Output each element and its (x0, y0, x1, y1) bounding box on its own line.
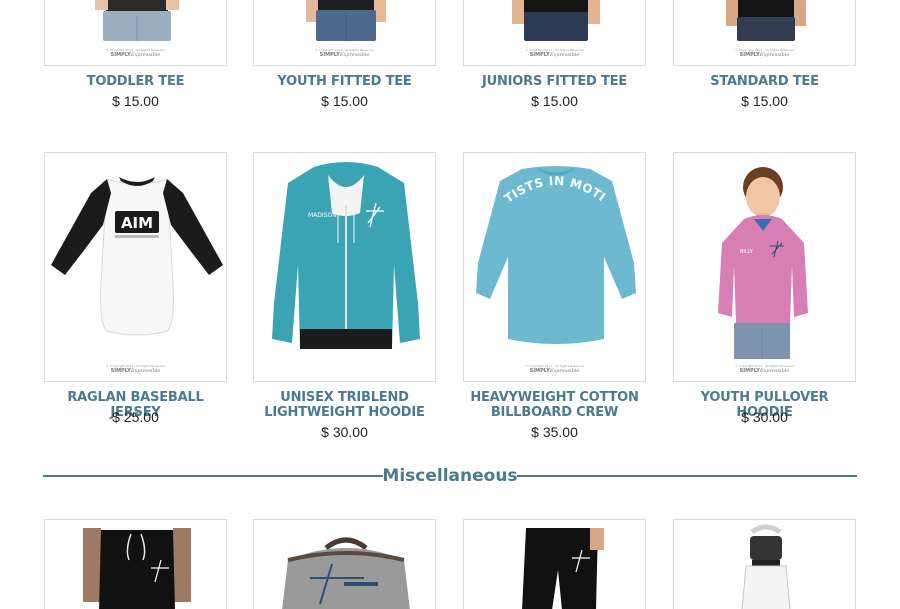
copyright-watermark: © Copyright 2017 · All Rights Reserved S… (105, 364, 166, 374)
section-title: Miscellaneous (382, 466, 518, 486)
product-price: $ 15.00 (321, 93, 368, 109)
product-image-water-bottle[interactable] (673, 519, 856, 609)
copyright-watermark: © Copyright 2017 · All Rights Reserved S… (524, 48, 585, 58)
copyright-watermark: © Copyright 2017 · All Rights Reserved S… (734, 48, 795, 58)
product-price: $ 35.00 (531, 424, 578, 440)
product-image-juniors-fitted-tee[interactable]: © Copyright 2017 · All Rights Reserved S… (463, 0, 646, 66)
copyright-watermark: © Copyright 2017 · All Rights Reserved S… (734, 364, 795, 374)
product-image-youth-hoodie[interactable]: BILLY © Copyright 2017 · All Rights Rese… (673, 152, 856, 382)
copyright-watermark: © Copyright 2017 · All Rights Reserved S… (314, 48, 375, 58)
product-row-3 (0, 0, 900, 609)
product-name[interactable]: JUNIORS FITTED TEE (463, 74, 646, 89)
product-name[interactable]: YOUTH FITTED TEE (253, 74, 436, 89)
product-image-standard-tee[interactable]: © Copyright 2017 · All Rights Reserved S… (673, 0, 856, 66)
section-heading-miscellaneous: Miscellaneous (43, 465, 857, 487)
product-name[interactable]: STANDARD TEE (673, 74, 856, 89)
product-price: $ 30.00 (321, 424, 368, 440)
product-image-backpack[interactable] (253, 519, 436, 609)
product-price: $ 15.00 (531, 93, 578, 109)
svg-text:BILLY: BILLY (740, 249, 754, 255)
product-price: $ 25.00 (112, 409, 159, 425)
product-image-leggings[interactable] (463, 519, 646, 609)
product-name[interactable]: UNISEX TRIBLEND LIGHTWEIGHT HOODIE (253, 390, 436, 420)
product-name[interactable]: TODDLER TEE (44, 74, 227, 89)
product-image-raglan-jersey[interactable]: AIM © Copyright 2017 · All Rights Reserv… (44, 152, 227, 382)
svg-text:AIM: AIM (121, 214, 153, 232)
product-image-billboard-crew[interactable]: ARTISTS IN MOTION © Copyright 2017 · All… (463, 152, 646, 382)
product-price: $ 30.00 (741, 409, 788, 425)
product-price: $ 15.00 (112, 93, 159, 109)
svg-text:MADISON: MADISON (308, 212, 337, 219)
copyright-watermark: © Copyright 2017 · All Rights Reserved S… (105, 48, 166, 58)
product-image-toddler-tee[interactable]: © Copyright 2017 · All Rights Reserved S… (44, 0, 227, 66)
product-image-triblend-hoodie[interactable]: MADISON (253, 152, 436, 382)
product-name[interactable]: HEAVYWEIGHT COTTON BILLBOARD CREW (463, 390, 646, 420)
product-image-youth-fitted-tee[interactable]: © Copyright 2017 · All Rights Reserved S… (253, 0, 436, 66)
product-image-joggers[interactable] (44, 519, 227, 609)
copyright-watermark: © Copyright 2017 · All Rights Reserved S… (524, 364, 585, 374)
product-price: $ 15.00 (741, 93, 788, 109)
